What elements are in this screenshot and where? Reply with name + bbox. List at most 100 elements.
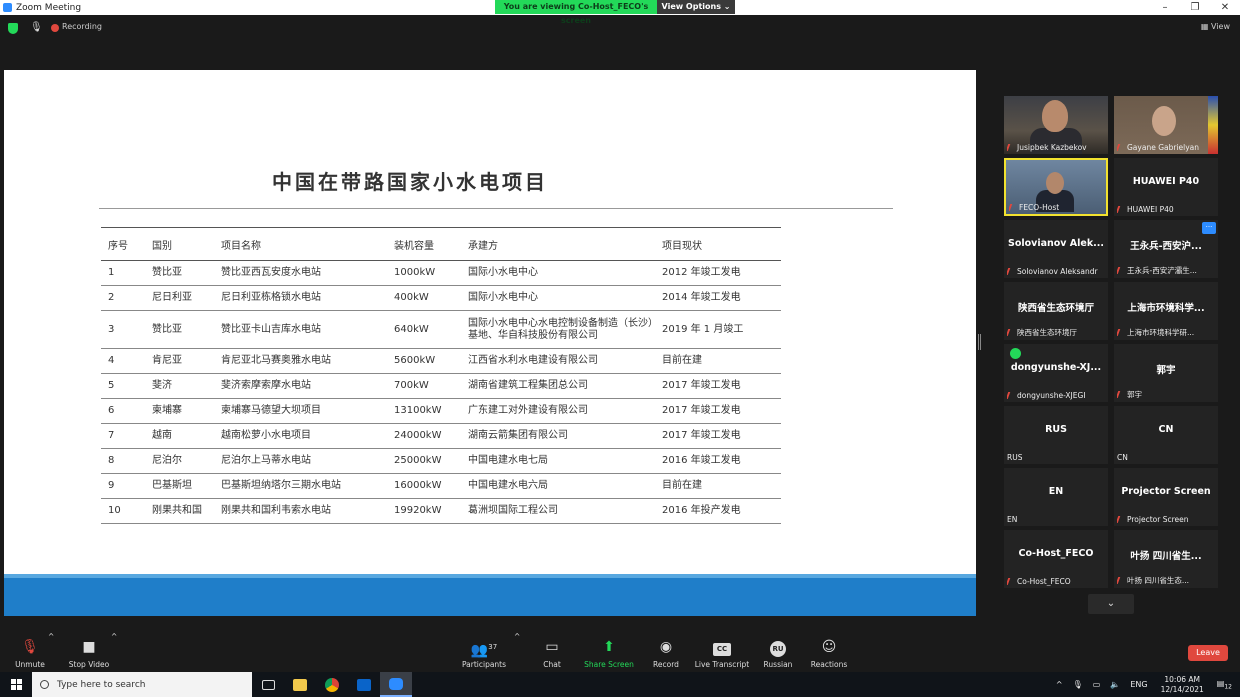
table-row: 2 尼日利亚 尼日利亚栋格锁水电站 400kW 国际小水电中心 2014 年竣工发电 [101, 285, 781, 311]
participant-label-text: EN [1007, 515, 1018, 524]
zoom-meeting-window: Zoom Meeting – ❐ ✕ You are viewing Co-Ho… [0, 0, 1240, 697]
cell-index: 9 [101, 473, 145, 499]
participant-tile[interactable]: CN CN [1114, 406, 1218, 464]
participant-tile[interactable]: Solovianov Alek... Solovianov Aleksandr [1004, 220, 1108, 278]
view-options-button[interactable]: View Options ⌄ [657, 0, 735, 14]
interpretation-button[interactable]: RU Russian [760, 632, 796, 672]
audio-options-caret[interactable]: ^ [48, 632, 54, 672]
taskbar-search-box[interactable]: Type here to search [32, 672, 252, 697]
cell-status: 2012 年竣工发电 [655, 260, 781, 286]
cell-status: 2014 年竣工发电 [655, 285, 781, 311]
window-title: Zoom Meeting [16, 2, 82, 13]
participant-name-label: 陕西省生态环境厅 [1007, 327, 1077, 338]
audio-status-icon[interactable]: 🎙 [30, 22, 43, 33]
participant-display-name: 王永兵-西安沪... [1130, 241, 1202, 252]
participant-tile[interactable]: HUAWEI P40 HUAWEI P40 [1114, 158, 1218, 216]
participant-tile[interactable]: 郭宇 郭宇 [1114, 344, 1218, 402]
task-view-icon[interactable] [252, 672, 284, 697]
participant-tile[interactable]: Co-Host_FECO Co-Host_FECO [1004, 530, 1108, 588]
participants-count: 37 [488, 643, 498, 651]
view-label: View [1211, 22, 1230, 31]
slide-title: 中国在带路国家小水电项目 [272, 170, 548, 194]
participant-tile[interactable]: FECO-Host [1004, 158, 1108, 216]
cell-contractor: 江西省水利水电建设有限公司 [461, 348, 655, 374]
gallery-next-page-button[interactable]: ⌄ [1088, 594, 1134, 614]
checkmark-icon [1010, 348, 1021, 359]
record-icon: ◉ [659, 639, 673, 655]
participant-name-label: dongyunshe-XJEGI [1007, 391, 1086, 400]
participant-display-name: Solovianov Alek... [1008, 238, 1104, 249]
participant-display-name: Co-Host_FECO [1018, 548, 1094, 559]
tray-language[interactable]: ENG [1130, 680, 1147, 689]
participant-tile[interactable]: Projector Screen Projector Screen [1114, 468, 1218, 526]
unmute-button[interactable]: 🎙 Unmute [10, 632, 50, 672]
view-layout-button[interactable]: ▦ View [1201, 22, 1230, 31]
participant-label-text: Co-Host_FECO [1017, 577, 1071, 586]
reactions-button[interactable]: ☺ Reactions [810, 632, 848, 672]
participant-display-name: dongyunshe-XJ... [1010, 362, 1102, 373]
russian-label: Russian [763, 660, 793, 669]
splitter-handle[interactable] [978, 334, 981, 350]
cell-status: 2016 年投产发电 [655, 498, 781, 524]
muted-mic-icon [1117, 267, 1125, 274]
tray-volume-icon[interactable]: 🔈 [1110, 680, 1120, 689]
meeting-top-bar: 🎙 Recording ▦ View [0, 15, 1240, 43]
participant-name-label: CN [1117, 453, 1128, 462]
live-transcript-button[interactable]: CC Live Transcript [694, 632, 750, 672]
col-header-capacity: 装机容量 [387, 227, 461, 261]
windows-start-icon[interactable] [0, 672, 32, 697]
participant-label-text: 郭宇 [1127, 390, 1142, 399]
stop-video-button[interactable]: ■ Stop Video [66, 632, 112, 672]
minimize-button[interactable]: – [1150, 0, 1180, 15]
participant-tile[interactable]: 陕西省生态环境厅 陕西省生态环境厅 [1004, 282, 1108, 340]
taskbar-clock[interactable]: 10:06 AM 12/14/2021 [1161, 675, 1204, 695]
participant-tile[interactable]: 上海市环境科学... 上海市环境科学研... [1114, 282, 1218, 340]
participant-label-text: FECO-Host [1019, 203, 1060, 212]
participants-button[interactable]: 👥37 Participants [460, 632, 508, 672]
participant-tile[interactable]: EN EN [1004, 468, 1108, 526]
window-controls: – ❐ ✕ [1150, 0, 1240, 15]
participant-label-text: 上海市环境科学研... [1127, 328, 1195, 337]
more-options-icon[interactable]: ··· [1202, 222, 1216, 234]
file-explorer-icon[interactable] [284, 672, 316, 697]
share-screen-button[interactable]: ⬆ Share Screen [584, 632, 634, 672]
participant-tile[interactable]: Gayane Gabrielyan [1114, 96, 1218, 154]
record-button[interactable]: ◉ Record [650, 632, 682, 672]
zoom-taskbar-icon[interactable] [380, 672, 412, 697]
participant-name-label: Gayane Gabrielyan [1117, 143, 1199, 152]
participants-options-caret[interactable]: ^ [514, 632, 520, 672]
cell-index: 3 [101, 310, 145, 349]
tray-network-icon[interactable]: ▭ [1093, 680, 1101, 689]
chrome-icon[interactable] [316, 672, 348, 697]
notifications-icon[interactable]: ▤12 [1217, 679, 1232, 691]
cell-capacity: 640kW [387, 310, 461, 349]
close-button[interactable]: ✕ [1210, 0, 1240, 15]
tray-mic-icon[interactable]: 🎙 [1073, 680, 1083, 689]
participant-tile[interactable]: 叶扬 四川省生... 叶扬 四川省生态... [1114, 530, 1218, 588]
participant-label-text: RUS [1007, 453, 1023, 462]
table-row: 7 越南 越南松萝小水电项目 24000kW 湖南云箭集团有限公司 2017 年竣工发电 [101, 423, 781, 449]
outlook-icon[interactable] [348, 672, 380, 697]
search-icon [40, 680, 49, 689]
windows-taskbar: Type here to search ^ 🎙 ▭ 🔈 ENG 10:06 AM… [0, 672, 1240, 697]
participant-name-label: 王永兵-西安浐灞生... [1117, 265, 1197, 276]
muted-mic-icon [1117, 516, 1125, 523]
cell-country: 越南 [145, 423, 214, 449]
unmute-label: Unmute [15, 660, 45, 669]
participant-tile[interactable]: RUS RUS [1004, 406, 1108, 464]
participant-tile[interactable]: Jusipbek Kazbekov [1004, 96, 1108, 154]
participant-tile[interactable]: dongyunshe-XJ... dongyunshe-XJEGI [1004, 344, 1108, 402]
participant-tile[interactable]: 王永兵-西安沪... ··· 王永兵-西安浐灞生... [1114, 220, 1218, 278]
col-header-status: 项目现状 [655, 227, 781, 261]
leave-button[interactable]: Leave [1188, 645, 1228, 661]
security-shield-icon[interactable] [8, 23, 18, 34]
muted-mic-icon [1007, 268, 1015, 275]
tray-chevron-up-icon[interactable]: ^ [1056, 680, 1063, 689]
participant-display-name: 叶扬 四川省生... [1130, 551, 1202, 562]
video-options-caret[interactable]: ^ [111, 632, 117, 672]
ru-text: RU [770, 641, 786, 657]
maximize-button[interactable]: ❐ [1180, 0, 1210, 15]
muted-mic-icon [1007, 578, 1015, 585]
chat-button[interactable]: ▭ Chat [537, 632, 567, 672]
participant-label-text: 王永兵-西安浐灞生... [1127, 266, 1197, 275]
